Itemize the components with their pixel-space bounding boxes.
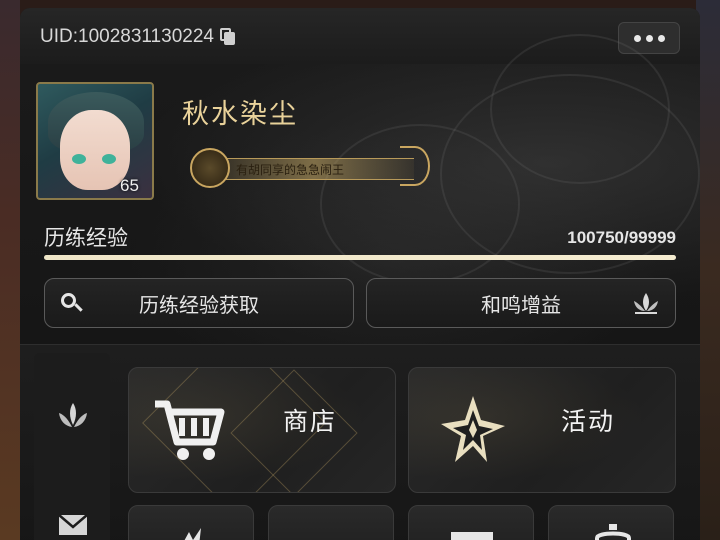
menu-tile[interactable]	[548, 505, 674, 540]
menu-section: 商店 活动	[20, 344, 700, 540]
background-art	[490, 34, 670, 184]
exp-progress-fill	[44, 255, 676, 260]
mail-icon[interactable]	[56, 507, 90, 540]
copy-icon[interactable]	[219, 28, 236, 46]
menu-tile-icon	[184, 528, 201, 540]
resonance-label: 和鸣增益	[481, 292, 561, 317]
exp-label: 历练经验	[44, 226, 128, 250]
title-emblem-icon	[190, 148, 230, 188]
profile-section: 65 秋水染尘 有胡同享的急急闹王 历练经验 100750/99999 历练经验…	[20, 34, 700, 344]
uid-text: UID:1002831130224	[40, 26, 214, 47]
background-left-edge	[0, 0, 20, 540]
lotus-emblem-icon[interactable]	[56, 399, 90, 433]
menu-tile[interactable]	[268, 505, 394, 540]
player-name: 秋水染尘	[182, 99, 298, 130]
menu-tile[interactable]	[128, 505, 254, 540]
uid-display: UID:1002831130224	[40, 26, 236, 48]
title-plate[interactable]: 有胡同享的急急闹王	[170, 144, 430, 196]
event-tile[interactable]: 活动	[408, 367, 676, 493]
title-ornament-icon	[400, 146, 430, 186]
star-emblem-icon	[441, 396, 505, 462]
side-nav	[34, 353, 110, 540]
exp-value: 100750/99999	[567, 228, 676, 247]
avatar-eye	[72, 154, 86, 164]
title-text: 有胡同享的急急闹王	[236, 163, 345, 177]
level-badge: 65	[120, 176, 139, 195]
event-label: 活动	[561, 407, 616, 436]
menu-tile-icon	[595, 524, 631, 540]
cart-icon	[155, 400, 225, 460]
more-dot-icon	[645, 34, 653, 42]
menu-tile-icon	[451, 532, 493, 540]
shop-label: 商店	[283, 407, 338, 436]
get-exp-button[interactable]: 历练经验获取	[44, 278, 354, 328]
shop-tile[interactable]: 商店	[128, 367, 396, 493]
profile-panel: UID:1002831130224 65 秋水染尘 有胡同享的急急闹王 历练经验	[20, 8, 700, 540]
more-dot-icon	[657, 34, 665, 42]
lotus-icon	[634, 293, 658, 314]
resonance-buff-button[interactable]: 和鸣增益	[366, 278, 676, 328]
exp-progress-bar	[44, 255, 676, 260]
search-icon	[61, 293, 83, 313]
more-dot-icon	[633, 34, 641, 42]
avatar-eye	[102, 154, 116, 164]
menu-tile-icon	[313, 526, 353, 540]
menu-tile[interactable]	[408, 505, 534, 540]
get-exp-label: 历练经验获取	[139, 292, 259, 317]
